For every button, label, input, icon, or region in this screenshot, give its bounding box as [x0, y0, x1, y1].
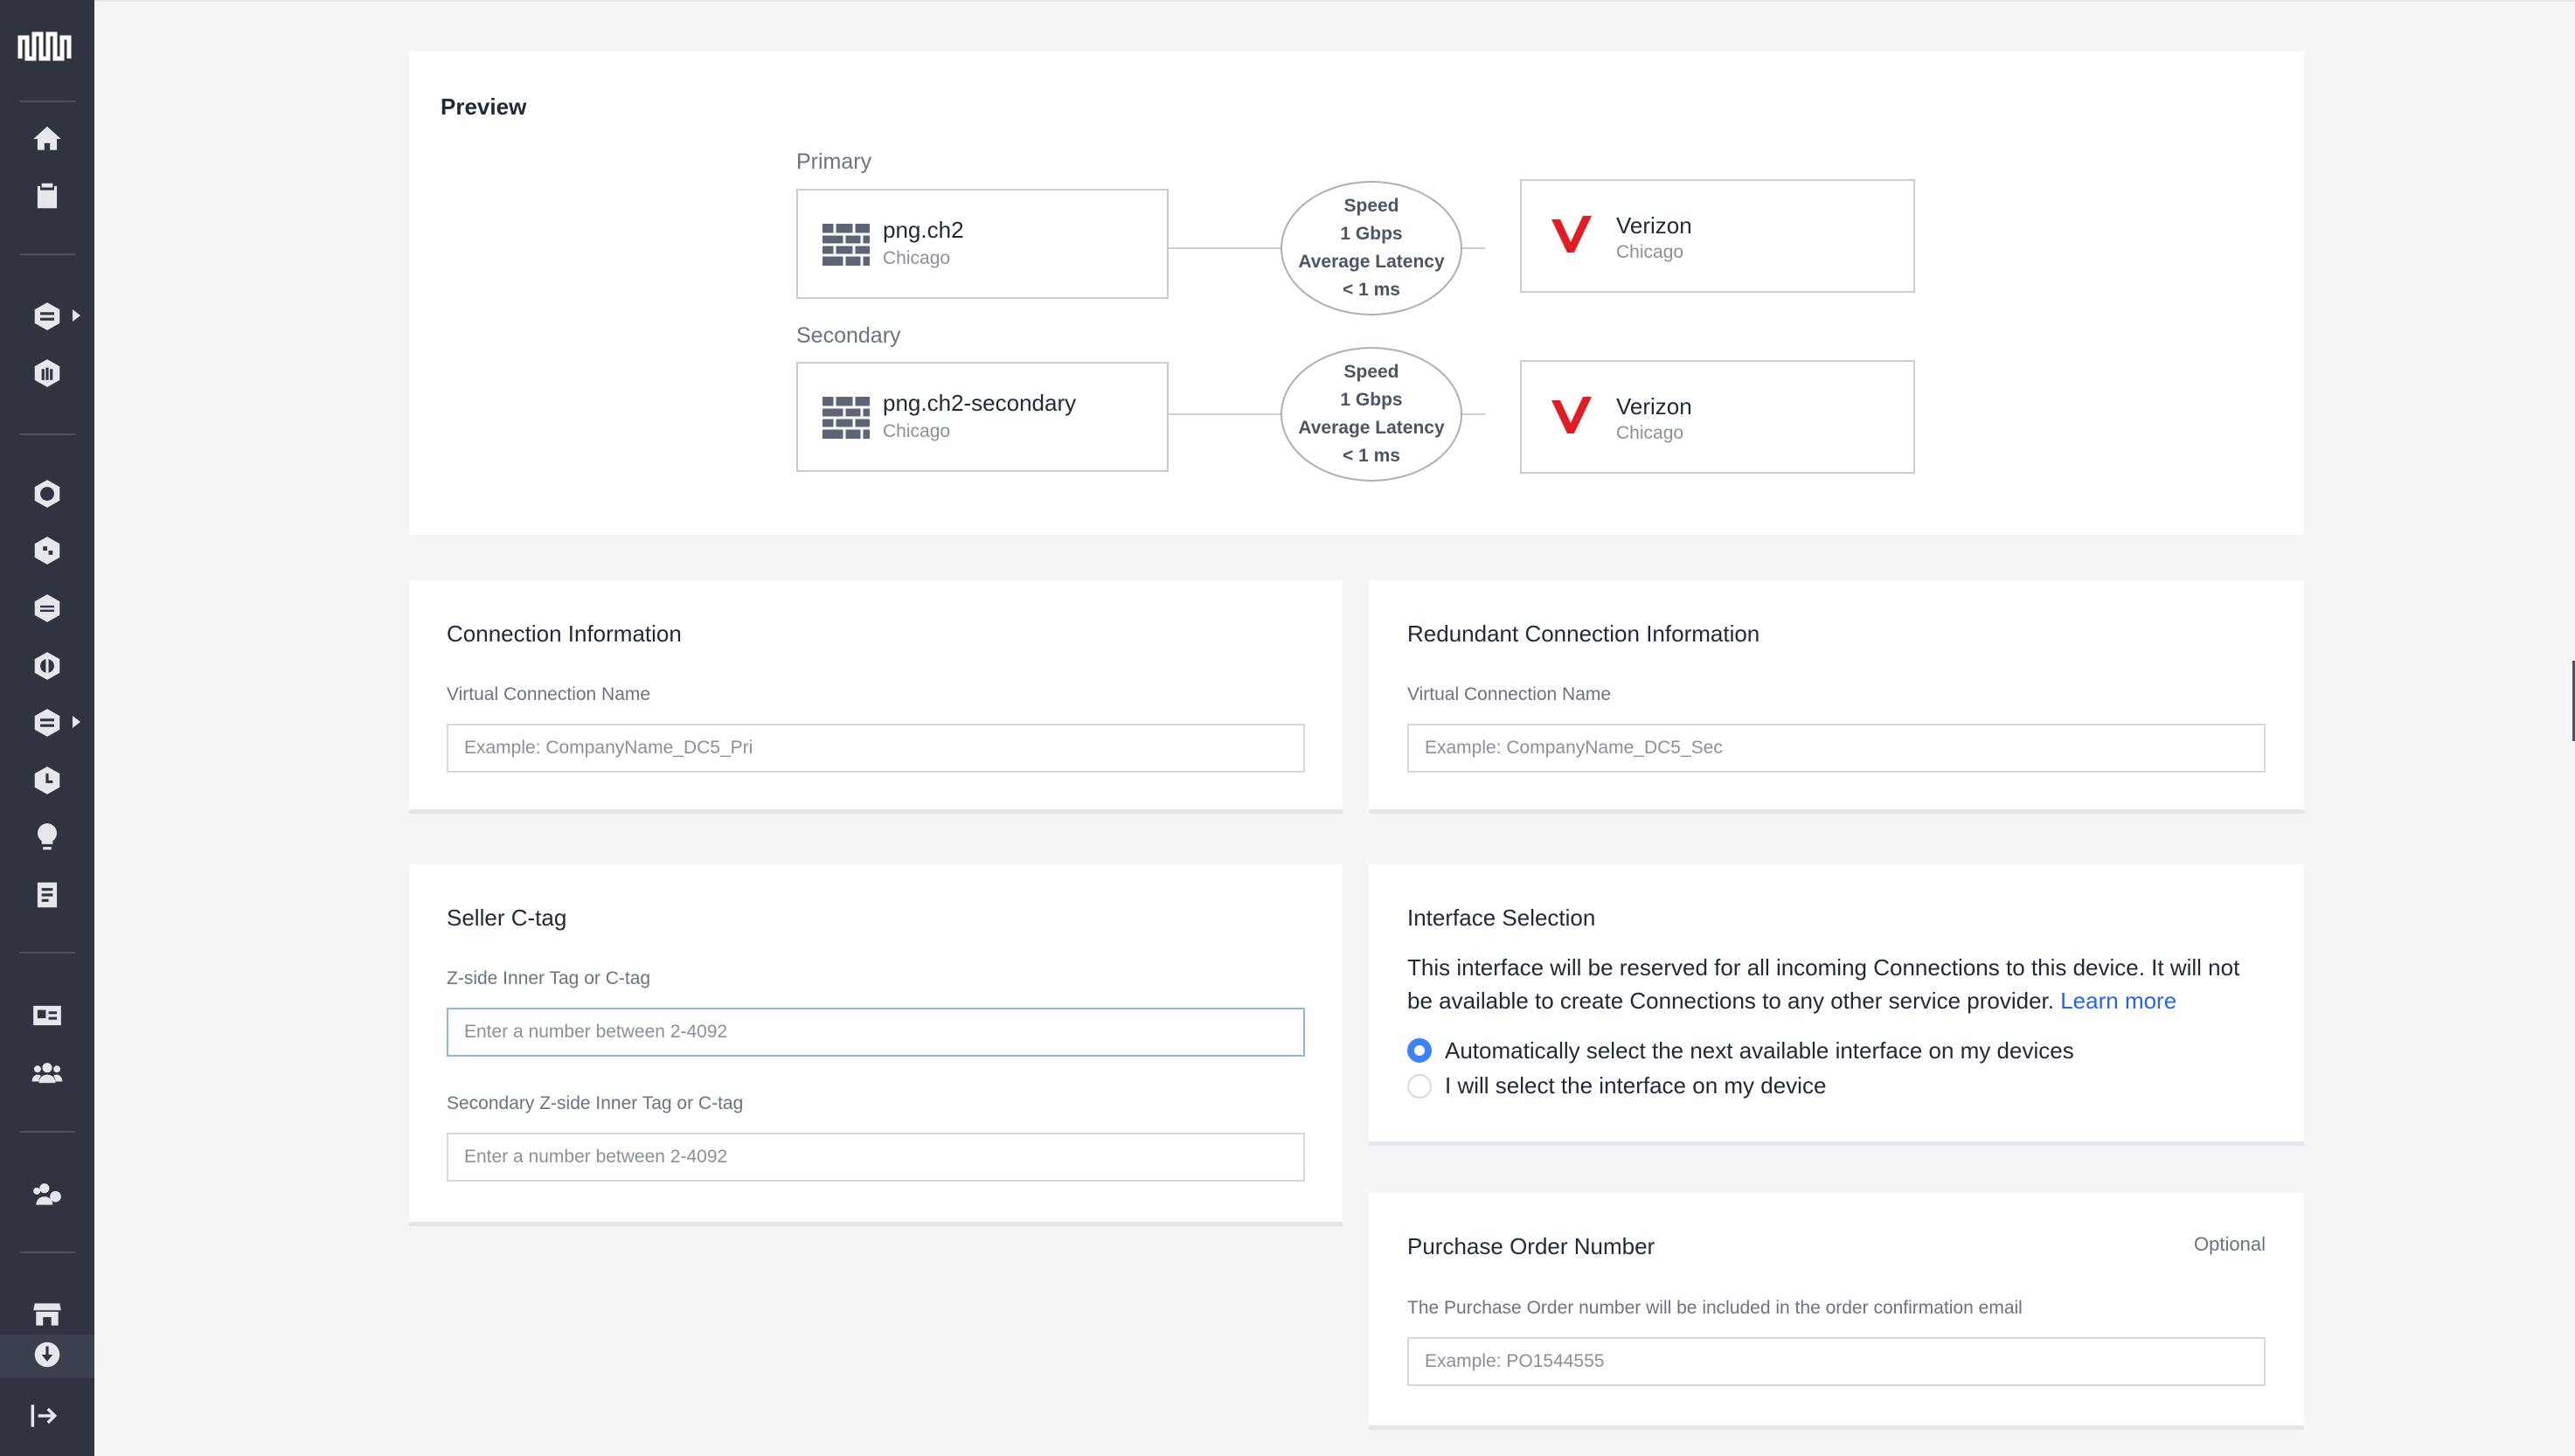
secondary-provider-name: Verizon [1616, 393, 1692, 419]
ctag-primary-label: Z-side Inner Tag or C-tag [447, 968, 651, 988]
connection-name-label: Virtual Connection Name [447, 684, 651, 704]
primary-device-node[interactable]: png.ch2 Chicago [796, 189, 1169, 299]
speed-label: Speed [1343, 362, 1399, 382]
primary-provider-name: Verizon [1616, 212, 1692, 239]
manual-select-label[interactable]: I will select the interface on my device [1445, 1072, 1826, 1099]
logo-icon[interactable] [17, 26, 78, 66]
learn-more-link[interactable]: Learn more [2060, 988, 2176, 1014]
ctag-secondary-input[interactable] [447, 1133, 1305, 1182]
document-icon[interactable] [27, 875, 67, 915]
manual-select-radio[interactable] [1407, 1074, 1432, 1099]
redundant-name-input[interactable] [1407, 724, 2266, 773]
sidebar [0, 0, 94, 1456]
redundant-info-title: Redundant Connection Information [1407, 621, 1760, 647]
primary-provider-node[interactable]: Verizon Chicago [1520, 179, 1915, 293]
primary-speed-bubble: Speed 1 Gbps Average Latency < 1 ms [1281, 181, 1462, 315]
clipboard-icon[interactable] [27, 176, 67, 216]
auto-select-radio[interactable] [1407, 1038, 1432, 1063]
purchase-order-input[interactable] [1407, 1337, 2266, 1386]
primary-device-location: Chicago [883, 248, 951, 268]
verizon-logo-icon [1551, 216, 1592, 257]
primary-device-name: png.ch2 [883, 217, 964, 243]
secondary-provider-node[interactable]: Verizon Chicago [1520, 360, 1915, 474]
primary-label: Primary [796, 149, 872, 174]
lightbulb-icon[interactable] [27, 817, 67, 857]
top-border [94, 0, 2575, 2]
globe-hex-icon[interactable] [27, 646, 67, 686]
purchase-order-description: The Purchase Order number will be includ… [1407, 1298, 2023, 1318]
layers-icon[interactable] [27, 296, 67, 336]
download-icon[interactable] [27, 1337, 67, 1372]
ctag-primary-input[interactable] [447, 1008, 1305, 1057]
building-icon[interactable] [27, 353, 67, 393]
auto-select-label[interactable]: Automatically select the next available … [1445, 1037, 2074, 1064]
users-icon[interactable] [27, 1053, 67, 1093]
home-icon[interactable] [27, 119, 67, 159]
latency-value: < 1 ms [1343, 280, 1400, 300]
redundant-name-label: Virtual Connection Name [1407, 684, 1612, 704]
latency-value: < 1 ms [1343, 446, 1400, 466]
latency-label: Average Latency [1298, 252, 1445, 272]
clock-icon[interactable] [27, 760, 67, 801]
purchase-order-card: Purchase Order Number Optional The Purch… [1369, 1193, 2304, 1430]
connection-name-input[interactable] [447, 724, 1305, 773]
primary-provider-location: Chicago [1616, 242, 1684, 262]
stack-hex-icon[interactable] [27, 588, 67, 628]
firewall-icon [822, 224, 870, 270]
interface-selection-title: Interface Selection [1407, 905, 1596, 931]
exchange-hex-icon[interactable] [27, 703, 67, 743]
speed-value: 1 Gbps [1340, 224, 1403, 244]
purchase-order-title: Purchase Order Number [1407, 1233, 1655, 1259]
connection-info-card: Connection Information Virtual Connectio… [409, 580, 1343, 814]
firewall-icon [822, 397, 870, 443]
seller-ctag-title: Seller C-tag [447, 905, 567, 931]
secondary-speed-bubble: Speed 1 Gbps Average Latency < 1 ms [1281, 347, 1462, 482]
preview-title: Preview [441, 94, 527, 120]
connection-info-title: Connection Information [447, 621, 682, 647]
redundant-info-card: Redundant Connection Information Virtual… [1369, 580, 2304, 814]
speed-label: Speed [1343, 196, 1399, 216]
ctag-secondary-label: Secondary Z-side Inner Tag or C-tag [447, 1093, 744, 1113]
secondary-device-node[interactable]: png.ch2-secondary Chicago [796, 362, 1169, 472]
verizon-logo-icon [1551, 397, 1592, 438]
share-hex-icon[interactable] [27, 530, 67, 571]
secondary-label: Secondary [796, 323, 901, 348]
secondary-device-location: Chicago [883, 421, 951, 441]
chevron-right-icon [73, 716, 80, 728]
chevron-right-icon [73, 309, 80, 322]
network-hex-icon[interactable] [27, 474, 67, 514]
seller-ctag-card: Seller C-tag Z-side Inner Tag or C-tag S… [409, 864, 1343, 1226]
latency-label: Average Latency [1298, 418, 1445, 438]
speed-value: 1 Gbps [1340, 390, 1403, 410]
secondary-device-name: png.ch2-secondary [883, 390, 1077, 416]
secondary-provider-location: Chicago [1616, 423, 1684, 443]
preview-card: Preview Primary png.ch2 Chicago Speed 1 … [409, 52, 2304, 535]
interface-description: This interface will be reserved for all … [1407, 951, 2264, 1017]
id-card-icon[interactable] [27, 995, 67, 1036]
optional-label: Optional [2194, 1233, 2266, 1255]
interface-selection-card: Interface Selection This interface will … [1369, 864, 2304, 1146]
store-icon[interactable] [27, 1294, 67, 1335]
logout-icon[interactable] [24, 1396, 64, 1436]
team-icon[interactable] [27, 1174, 67, 1214]
